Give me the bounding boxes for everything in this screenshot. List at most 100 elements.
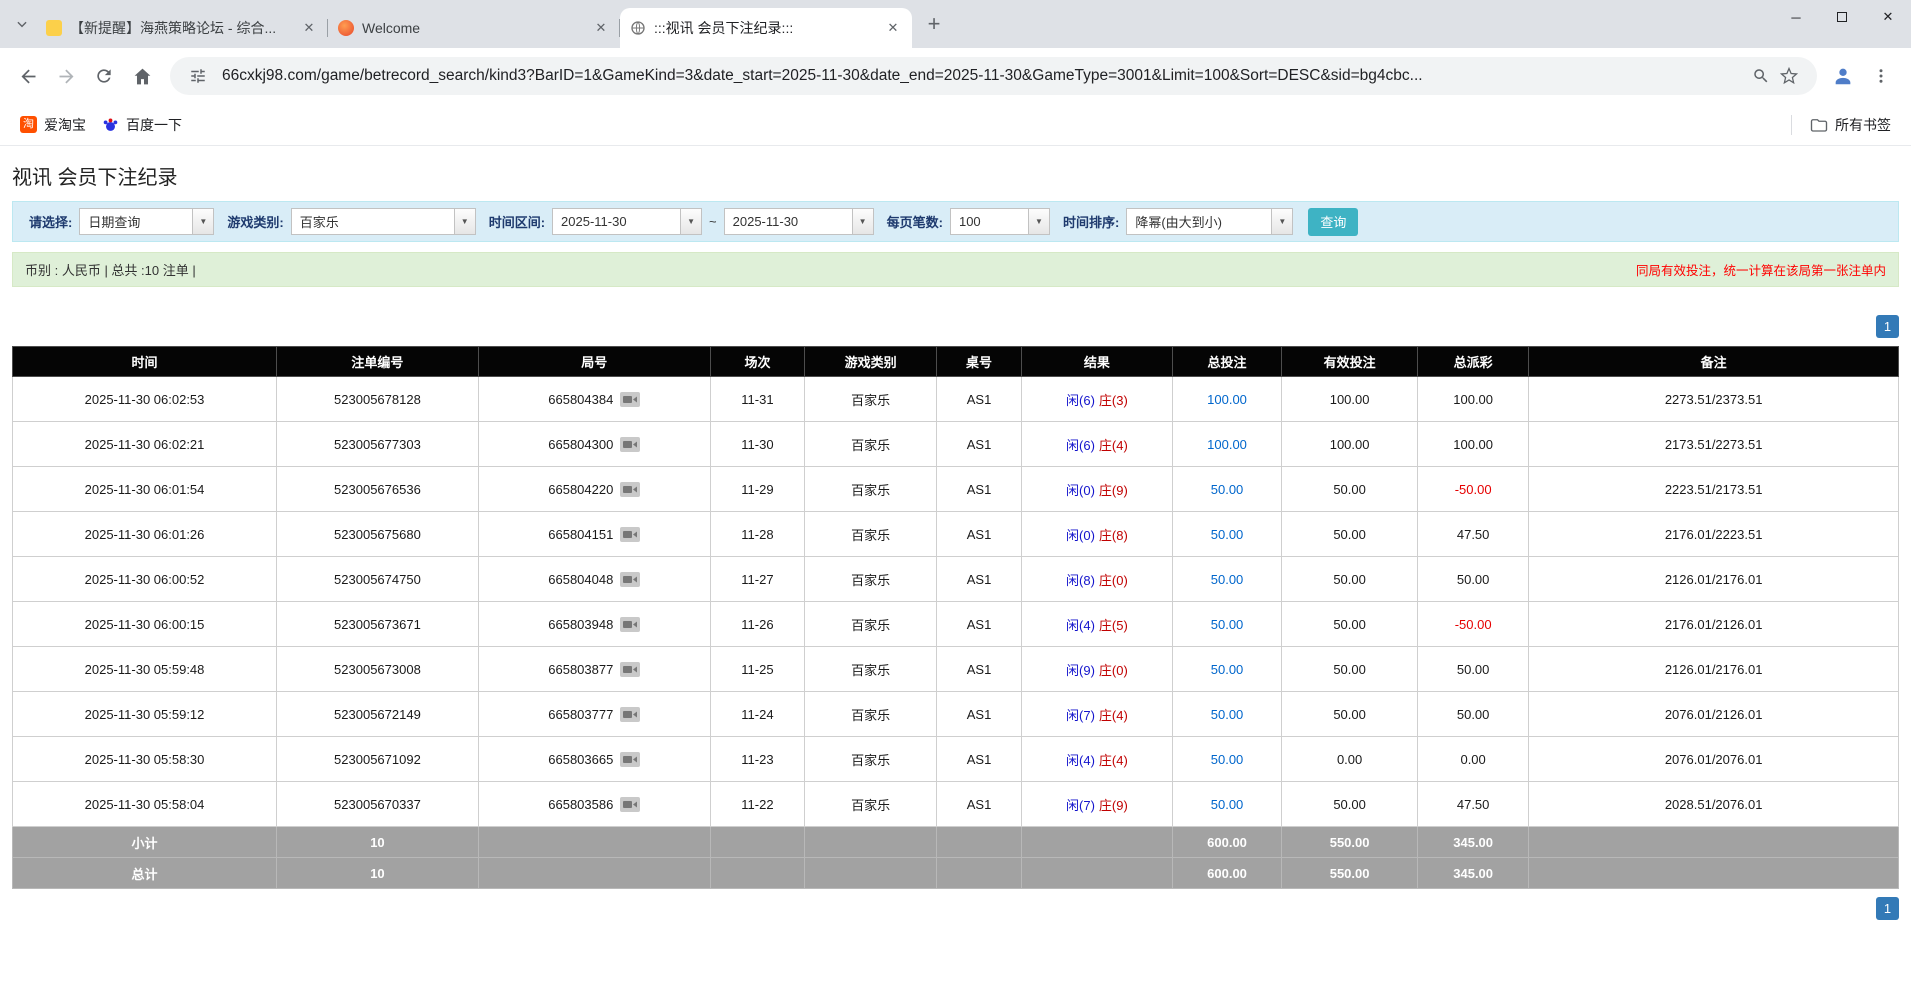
- cell-payout: 100.00: [1418, 377, 1529, 422]
- home-button[interactable]: [124, 58, 160, 94]
- date-start-input[interactable]: 2025-11-30 ▼: [552, 208, 702, 235]
- total-bet-link[interactable]: 50.00: [1211, 797, 1244, 812]
- game-type-select[interactable]: 百家乐 ▼: [291, 208, 476, 235]
- total-bet-link[interactable]: 50.00: [1211, 707, 1244, 722]
- cell-session: 11-22: [710, 782, 804, 827]
- cell-round-id: 665803877: [478, 647, 710, 692]
- profile-avatar[interactable]: [1825, 58, 1861, 94]
- page-button-1[interactable]: 1: [1876, 897, 1899, 920]
- total-bet-link[interactable]: 50.00: [1211, 527, 1244, 542]
- menu-kebab-icon[interactable]: [1863, 58, 1899, 94]
- result-player: 闲(0): [1066, 483, 1095, 498]
- maximize-button[interactable]: [1819, 0, 1865, 34]
- cell-session: 11-23: [710, 737, 804, 782]
- result-player: 闲(4): [1066, 753, 1095, 768]
- date-end-input[interactable]: 2025-11-30 ▼: [724, 208, 874, 235]
- all-bookmarks-button[interactable]: 所有书签: [1802, 111, 1899, 139]
- empty-cell: [478, 858, 710, 889]
- query-type-select[interactable]: 日期查询 ▼: [79, 208, 214, 235]
- forward-button[interactable]: [48, 58, 84, 94]
- video-replay-icon[interactable]: [620, 617, 640, 632]
- header-result: 结果: [1021, 347, 1172, 377]
- video-replay-icon[interactable]: [620, 572, 640, 587]
- tab-title: 【新提醒】海燕策略论坛 - 综合...: [70, 18, 294, 38]
- chevron-down-icon[interactable]: ▼: [680, 209, 701, 234]
- total-bet-link[interactable]: 50.00: [1211, 482, 1244, 497]
- cell-result: 闲(6)庄(4): [1021, 422, 1172, 467]
- bookmark-baidu[interactable]: 百度一下: [94, 111, 190, 139]
- video-replay-icon[interactable]: [620, 482, 640, 497]
- per-page-select[interactable]: 100 ▼: [950, 208, 1050, 235]
- tab-welcome[interactable]: Welcome ✕: [328, 8, 620, 48]
- currency-summary: 币别 : 人民币 | 总共 :10 注单 |: [25, 260, 196, 279]
- tab-close-icon[interactable]: ✕: [592, 19, 610, 37]
- total-bet-link[interactable]: 50.00: [1211, 662, 1244, 677]
- cell-round-id: 665803948: [478, 602, 710, 647]
- video-replay-icon[interactable]: [620, 797, 640, 812]
- table-row: 2025-11-30 05:59:48523005673008665803877…: [13, 647, 1899, 692]
- video-replay-icon[interactable]: [620, 437, 640, 452]
- url-bar[interactable]: 66cxkj98.com/game/betrecord_search/kind3…: [170, 57, 1817, 95]
- bookmark-taobao[interactable]: 淘 爱淘宝: [12, 111, 94, 139]
- chevron-down-icon[interactable]: ▼: [454, 209, 475, 234]
- search-button[interactable]: 查询: [1308, 208, 1358, 236]
- reload-button[interactable]: [86, 58, 122, 94]
- cell-result: 闲(7)庄(4): [1021, 692, 1172, 737]
- back-button[interactable]: [10, 58, 46, 94]
- close-window-button[interactable]: ✕: [1865, 0, 1911, 34]
- total-bet-link[interactable]: 50.00: [1211, 572, 1244, 587]
- cell-valid-bet: 0.00: [1282, 737, 1418, 782]
- header-time: 时间: [13, 347, 277, 377]
- video-replay-icon[interactable]: [620, 392, 640, 407]
- tab-bar: 【新提醒】海燕策略论坛 - 综合... ✕ Welcome ✕ :::视讯 会员…: [0, 0, 1911, 48]
- total-count: 10: [277, 858, 479, 889]
- new-tab-button[interactable]: +: [920, 10, 948, 38]
- total-bet-link[interactable]: 50.00: [1211, 617, 1244, 632]
- tab-forum[interactable]: 【新提醒】海燕策略论坛 - 综合... ✕: [36, 8, 328, 48]
- chevron-down-icon[interactable]: ▼: [1271, 209, 1292, 234]
- total-bet-link[interactable]: 100.00: [1207, 392, 1247, 407]
- video-replay-icon[interactable]: [620, 527, 640, 542]
- site-settings-icon[interactable]: [184, 62, 212, 90]
- result-banker: 庄(8): [1099, 528, 1128, 543]
- page-button-1[interactable]: 1: [1876, 315, 1899, 338]
- result-player: 闲(8): [1066, 573, 1095, 588]
- tab-close-icon[interactable]: ✕: [300, 19, 318, 37]
- video-replay-icon[interactable]: [620, 662, 640, 677]
- tab-close-icon[interactable]: ✕: [884, 19, 902, 37]
- cell-note: 2223.51/2173.51: [1529, 467, 1899, 512]
- minimize-button[interactable]: ─: [1773, 0, 1819, 34]
- zoom-icon[interactable]: [1747, 62, 1775, 90]
- tab-bet-records[interactable]: :::视讯 会员下注纪录::: ✕: [620, 8, 912, 48]
- date-end-value: 2025-11-30: [725, 209, 852, 234]
- cell-table-no: AS1: [937, 602, 1022, 647]
- browser-toolbar: 66cxkj98.com/game/betrecord_search/kind3…: [0, 48, 1911, 104]
- total-bet-link[interactable]: 100.00: [1207, 437, 1247, 452]
- video-replay-icon[interactable]: [620, 752, 640, 767]
- cell-bet-id: 523005672149: [277, 692, 479, 737]
- subtotal-label: 小计: [13, 827, 277, 858]
- cell-time: 2025-11-30 05:59:12: [13, 692, 277, 737]
- cell-total-bet: 50.00: [1172, 602, 1281, 647]
- cell-bet-id: 523005671092: [277, 737, 479, 782]
- total-total-bet: 600.00: [1172, 858, 1281, 889]
- sort-select[interactable]: 降幂(由大到小) ▼: [1126, 208, 1293, 235]
- payout-value: -50.00: [1455, 617, 1492, 632]
- total-bet-link[interactable]: 50.00: [1211, 752, 1244, 767]
- result-player: 闲(6): [1066, 393, 1095, 408]
- cell-payout: 50.00: [1418, 647, 1529, 692]
- chevron-down-icon[interactable]: ▼: [192, 209, 213, 234]
- empty-cell: [1021, 858, 1172, 889]
- bookmark-star-icon[interactable]: [1775, 62, 1803, 90]
- payout-value: 0.00: [1460, 752, 1485, 767]
- chevron-down-icon[interactable]: ▼: [852, 209, 873, 234]
- subtotal-valid-bet: 550.00: [1282, 827, 1418, 858]
- header-session: 场次: [710, 347, 804, 377]
- chevron-down-icon[interactable]: [8, 10, 36, 38]
- subtotal-count: 10: [277, 827, 479, 858]
- cell-result: 闲(8)庄(0): [1021, 557, 1172, 602]
- result-banker: 庄(5): [1099, 618, 1128, 633]
- video-replay-icon[interactable]: [620, 707, 640, 722]
- cell-round-id: 665803586: [478, 782, 710, 827]
- chevron-down-icon[interactable]: ▼: [1028, 209, 1049, 234]
